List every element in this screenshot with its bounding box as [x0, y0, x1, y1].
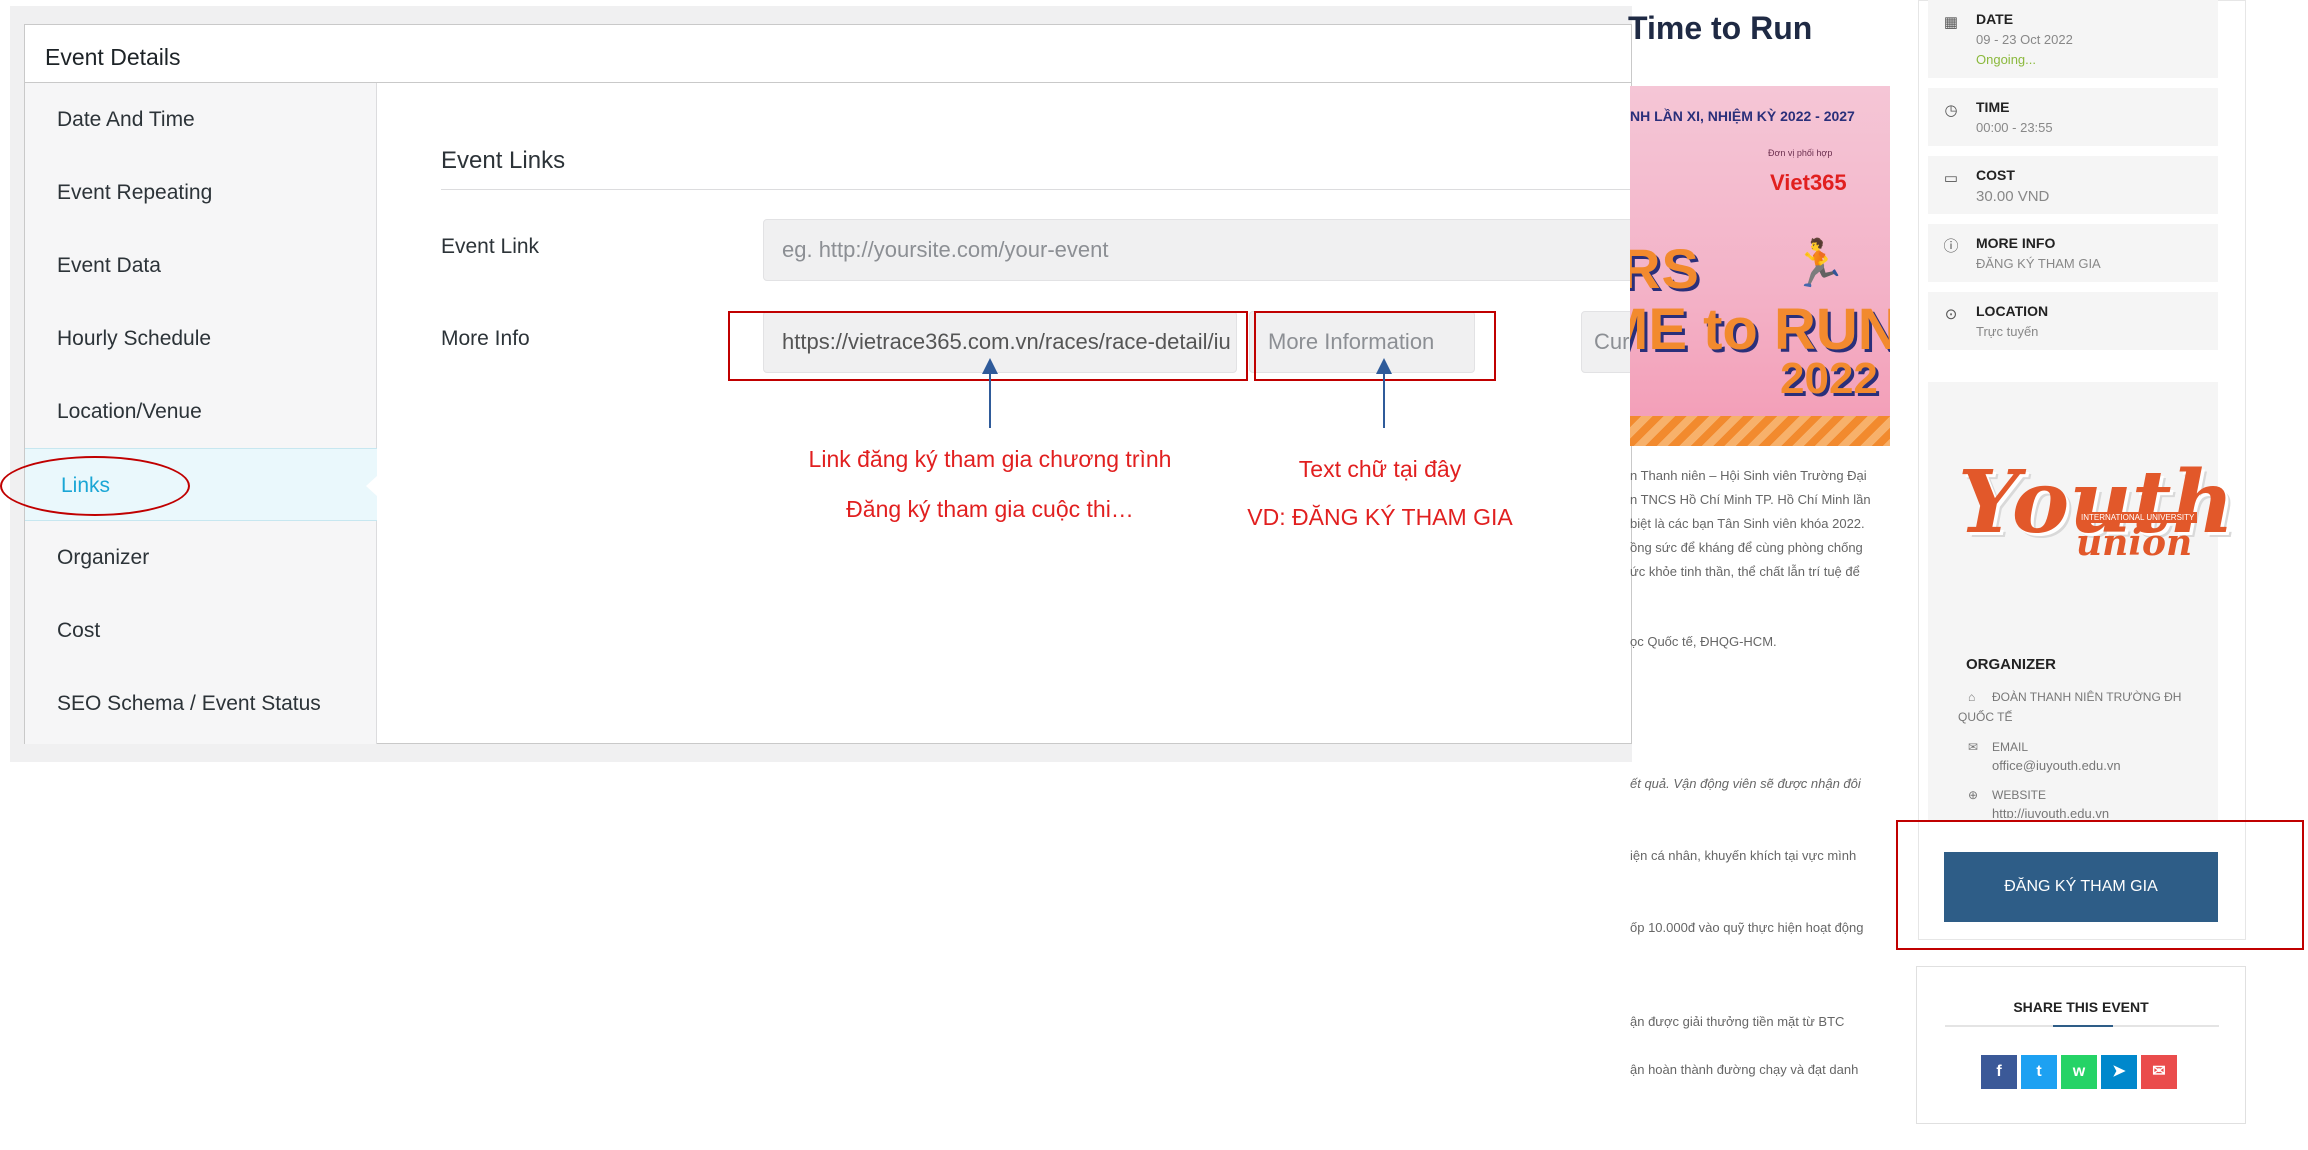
organizer-label: ORGANIZER	[1966, 656, 2056, 673]
website-label: WEBSITE	[1992, 788, 2047, 802]
annotation-note-url-2: Đăng ký tham gia cuộc thi…	[846, 496, 1134, 522]
email-share-icon[interactable]: ✉	[2141, 1055, 2177, 1089]
share-card: SHARE THIS EVENT f t w ➤ ✉	[1916, 966, 2246, 1124]
youth-union-logo-sub: union	[2076, 522, 2193, 564]
annotation-box-register	[1896, 820, 2304, 950]
info-icon: ⓘ	[1943, 238, 1959, 255]
website-value[interactable]: http://iuyouth.edu.vn	[1992, 806, 2109, 818]
organizer-card: Youth union INTERNATIONAL UNIVERSITY	[1928, 382, 2234, 822]
time-card: ◷ TIME 00:00 - 23:55	[1928, 88, 2218, 146]
poster-brand: Viet365	[1770, 170, 1847, 195]
annotation-note-text-1: Text chữ tại đây	[1298, 456, 1462, 482]
links-panel: Event Links Event Link eg. http://yoursi…	[377, 83, 1643, 744]
location-pin-icon: ⊙	[1944, 306, 1958, 323]
mail-icon: ✉	[1968, 740, 1979, 754]
poster-big-text-1: RS	[1630, 237, 1700, 300]
body-line: biệt là các bạn Tân Sinh viên khóa 2022.	[1630, 516, 1865, 531]
body-line: ận được giải thưởng tiền mặt từ BTC	[1630, 1014, 1845, 1029]
section-divider	[441, 189, 1641, 190]
nav-item-event-repeating[interactable]: Event Repeating	[25, 156, 377, 229]
nav-item-organizer[interactable]: Organizer	[25, 521, 377, 594]
runner-icon: 🏃	[1790, 237, 1848, 289]
more-info-link[interactable]: ĐĂNG KÝ THAM GIA	[1976, 256, 2101, 271]
time-label: TIME	[1976, 99, 2010, 115]
nav-item-hourly-schedule[interactable]: Hourly Schedule	[25, 302, 377, 375]
clock-icon: ◷	[1944, 102, 1958, 119]
date-card: ▦ DATE 09 - 23 Oct 2022 Ongoing...	[1928, 0, 2218, 78]
more-info-card: ⓘ MORE INFO ĐĂNG KÝ THAM GIA	[1928, 224, 2218, 282]
nav-item-location-venue[interactable]: Location/Venue	[25, 375, 377, 448]
facebook-icon[interactable]: f	[1981, 1055, 2017, 1089]
location-card: ⊙ LOCATION Trực tuyến	[1928, 292, 2218, 350]
body-line: ọc Quốc tế, ĐHQG-HCM.	[1630, 634, 1777, 649]
annotation-note-text-2: VD: ĐĂNG KÝ THAM GIA	[1247, 504, 1513, 530]
body-line: ốp 10.000đ vào quỹ thực hiện hoạt động	[1630, 920, 1864, 935]
email-value[interactable]: office@iuyouth.edu.vn	[1992, 758, 2121, 773]
location-label: LOCATION	[1976, 303, 2049, 319]
panel-nav: Date And Time Event Repeating Event Data…	[25, 83, 378, 744]
body-line: ận hoàn thành đường chạy và đạt danh	[1630, 1062, 1859, 1077]
section-title: Event Links	[441, 147, 566, 174]
annotation-ellipse-links	[0, 456, 190, 516]
cost-label: COST	[1976, 167, 2015, 183]
poster-headline: NH LẦN XI, NHIỆM KỲ 2022 - 2027	[1630, 108, 1855, 124]
more-info-label: More Info	[441, 327, 530, 350]
calendar-icon: ▦	[1943, 14, 1959, 31]
share-title: SHARE THIS EVENT	[2013, 999, 2149, 1015]
event-title: Time to Run	[1628, 10, 1813, 46]
more-info-label: MORE INFO	[1976, 235, 2056, 251]
date-label: DATE	[1976, 11, 2014, 27]
email-label: EMAIL	[1992, 740, 2029, 754]
poster-partner-label: Đơn vị phối hợp	[1768, 148, 1833, 158]
cost-value: 30.00 VND	[1976, 188, 2050, 205]
annotation-arrow-url	[982, 358, 998, 428]
body-line: n TNCS Hồ Chí Minh TP. Hồ Chí Minh lần	[1630, 492, 1871, 507]
home-icon: ⌂	[1968, 690, 1976, 704]
organizer-name-1: ĐOÀN THANH NIÊN TRƯỜNG ĐH	[1992, 690, 2182, 704]
body-line: ức khỏe tinh thần, thể chất lẫn trí tuệ …	[1630, 564, 1860, 579]
poster-big-text-3: 2022	[1780, 354, 1878, 403]
share-divider-accent	[2053, 1025, 2113, 1027]
twitter-icon[interactable]: t	[2021, 1055, 2057, 1089]
date-status: Ongoing...	[1976, 52, 2036, 67]
annotation-arrow-text	[1376, 358, 1392, 428]
annotation-note-url-1: Link đăng ký tham gia chương trình	[808, 446, 1172, 472]
body-line: ồng sức để kháng để cùng phòng chống	[1630, 540, 1863, 555]
location-value: Trực tuyến	[1976, 324, 2039, 339]
organizer-name-2: QUỐC TẾ	[1958, 710, 2013, 724]
wallet-icon: ▭	[1943, 170, 1959, 187]
panel-title: Event Details	[25, 25, 1631, 83]
youth-union-logo-tag: INTERNATIONAL UNIVERSITY	[2078, 512, 2198, 523]
poster-stripes	[1630, 416, 1890, 446]
telegram-icon[interactable]: ➤	[2101, 1055, 2137, 1089]
event-link-label: Event Link	[441, 235, 540, 258]
body-line: iện cá nhân, khuyến khích tại vực mình	[1630, 848, 1857, 863]
whatsapp-icon[interactable]: w	[2061, 1055, 2097, 1089]
nav-item-date-and-time[interactable]: Date And Time	[25, 83, 377, 156]
event-poster: NH LẦN XI, NHIỆM KỲ 2022 - 2027 Đơn vị p…	[1630, 86, 1890, 446]
body-line: ết quả. Vận động viên sẽ được nhận đôi	[1630, 776, 1861, 791]
time-value: 00:00 - 23:55	[1976, 120, 2053, 135]
poster-big-text-2: ME to RUN	[1630, 297, 1890, 362]
cost-card: ▭ COST 30.00 VND	[1928, 156, 2218, 214]
nav-item-event-data[interactable]: Event Data	[25, 229, 377, 302]
annotation-box-text	[1254, 311, 1496, 381]
body-line: n Thanh niên – Hội Sinh viên Trường Đại	[1630, 468, 1867, 483]
globe-icon: ⊕	[1968, 788, 1979, 802]
event-details-panel: Event Details Date And Time Event Repeat…	[24, 24, 1643, 744]
event-link-input[interactable]: eg. http://yoursite.com/your-event	[763, 219, 1643, 281]
nav-item-seo-schema[interactable]: SEO Schema / Event Status	[25, 667, 377, 740]
nav-item-cost[interactable]: Cost	[25, 594, 377, 667]
date-value: 09 - 23 Oct 2022	[1976, 32, 2073, 47]
